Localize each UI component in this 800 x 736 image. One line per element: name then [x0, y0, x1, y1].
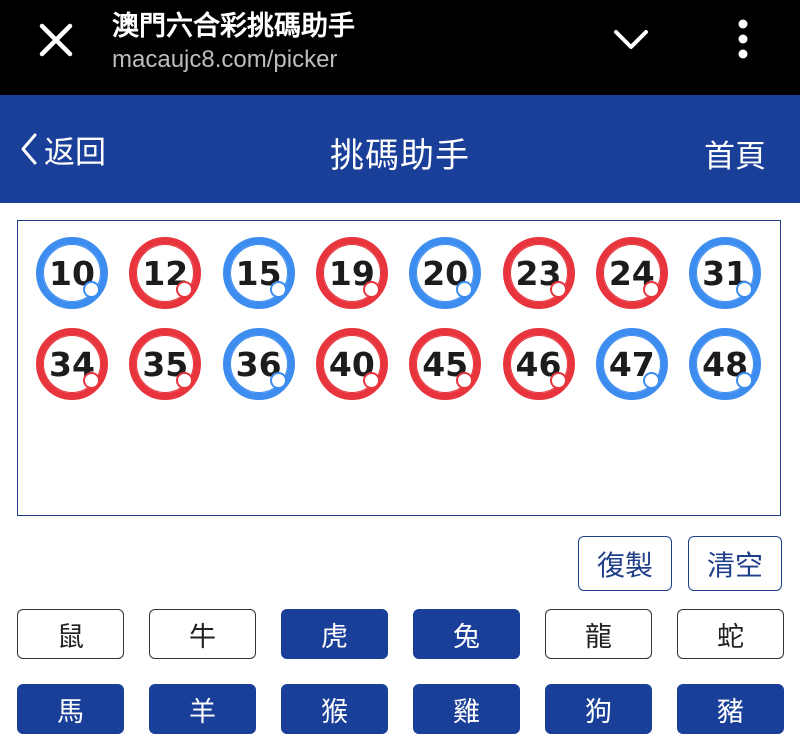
- zodiac-button[interactable]: 虎: [281, 609, 388, 659]
- zodiac-button[interactable]: 兔: [413, 609, 520, 659]
- copy-button[interactable]: 復製: [578, 536, 672, 591]
- number-ball[interactable]: 46: [502, 328, 575, 400]
- number-ball[interactable]: 45: [409, 328, 482, 400]
- number-ball[interactable]: 15: [222, 237, 295, 309]
- number-ball[interactable]: 47: [595, 328, 668, 400]
- ball-highlight: [364, 283, 378, 296]
- ball-highlight: [551, 283, 565, 296]
- close-icon[interactable]: [34, 18, 78, 62]
- number-ball[interactable]: 36: [222, 328, 295, 400]
- ball-highlight: [85, 374, 98, 387]
- number-ball[interactable]: 48: [689, 328, 762, 400]
- number-ball[interactable]: 31: [689, 237, 762, 309]
- zodiac-button[interactable]: 雞: [413, 684, 520, 734]
- chevron-down-icon[interactable]: [608, 22, 654, 58]
- zodiac-button[interactable]: 鼠: [17, 609, 124, 659]
- ball-highlight: [551, 374, 565, 387]
- browser-toolbar: 澳門六合彩挑碼助手 macaujc8.com/picker: [0, 0, 800, 95]
- ball-highlight: [271, 374, 285, 387]
- number-ball[interactable]: 34: [36, 328, 108, 400]
- clear-button[interactable]: 清空: [688, 536, 782, 591]
- number-ball[interactable]: 40: [315, 328, 388, 400]
- selected-numbers-panel: 10 12 15 19 20 23 24 31 34 35 36 40 45 46 47 48: [17, 220, 781, 516]
- ball-highlight: [644, 374, 658, 387]
- zodiac-button[interactable]: 龍: [545, 609, 652, 659]
- zodiac-button[interactable]: 羊: [149, 684, 256, 734]
- number-ball[interactable]: 19: [315, 237, 388, 309]
- zodiac-button[interactable]: 豬: [677, 684, 784, 734]
- number-ball[interactable]: 12: [129, 237, 202, 309]
- browser-url[interactable]: macaujc8.com/picker: [112, 46, 337, 74]
- zodiac-button[interactable]: 蛇: [677, 609, 784, 659]
- ball-highlight: [178, 283, 192, 296]
- page-title: 挑碼助手: [330, 136, 470, 176]
- ball-highlight: [738, 283, 752, 296]
- zodiac-button[interactable]: 猴: [281, 684, 388, 734]
- ball-highlight: [458, 283, 472, 296]
- browser-page-title: 澳門六合彩挑碼助手: [112, 11, 355, 42]
- number-ball[interactable]: 23: [502, 237, 575, 309]
- number-ball[interactable]: 35: [129, 328, 202, 400]
- zodiac-button[interactable]: 馬: [17, 684, 124, 734]
- ball-highlight: [178, 374, 192, 387]
- ball-highlight: [738, 374, 752, 387]
- ball-highlight: [364, 374, 378, 387]
- ball-highlight: [458, 374, 472, 387]
- ball-highlight: [644, 283, 658, 296]
- number-ball[interactable]: 24: [595, 237, 668, 309]
- home-link[interactable]: 首頁: [704, 131, 766, 176]
- app-header: 返回 挑碼助手 首頁: [0, 95, 800, 203]
- more-options-icon[interactable]: [728, 14, 758, 64]
- number-ball[interactable]: 10: [36, 237, 108, 309]
- zodiac-button[interactable]: 牛: [149, 609, 256, 659]
- ball-highlight: [271, 283, 285, 296]
- zodiac-button[interactable]: 狗: [545, 684, 652, 734]
- ball-highlight: [85, 283, 98, 296]
- number-ball[interactable]: 20: [409, 237, 482, 309]
